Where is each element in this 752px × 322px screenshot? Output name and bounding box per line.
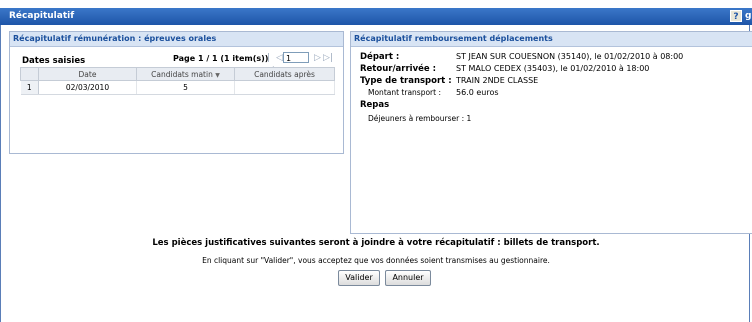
column-header-candidats-matin-label: Candidats matin bbox=[151, 69, 213, 79]
retour-value: ST MALO CEDEX (35403), le 01/02/2010 à 1… bbox=[456, 64, 650, 73]
valider-button[interactable]: Valider bbox=[338, 270, 380, 286]
deplacements-panel-title: Récapitulatif remboursement déplacements bbox=[351, 32, 752, 47]
prev-page-icon[interactable]: ◁ bbox=[276, 52, 283, 64]
column-header-date[interactable]: Date bbox=[38, 67, 137, 81]
table-row[interactable]: 1 02/03/2010 5 bbox=[20, 80, 335, 95]
transport-value: TRAIN 2NDE CLASSE bbox=[456, 76, 539, 85]
validation-notice: En cliquant sur "Valider", vous acceptez… bbox=[202, 256, 550, 265]
column-header-candidats-apres[interactable]: Candidats après bbox=[234, 67, 335, 81]
dates-saisies-title: Dates saisies bbox=[22, 56, 86, 66]
depart-label: Départ : bbox=[360, 52, 400, 62]
transport-label: Type de transport : bbox=[360, 76, 452, 86]
deplacements-panel: Récapitulatif remboursement déplacements… bbox=[350, 31, 752, 234]
cell-date: 02/03/2010 bbox=[38, 80, 137, 95]
dates-table: Date Candidats matin ▼ Candidats après 1… bbox=[20, 67, 335, 95]
top-strip bbox=[0, 0, 752, 8]
dejeuners-label: Déjeuners à rembourser : 1 bbox=[368, 114, 472, 123]
help-icon[interactable]: ? bbox=[730, 10, 742, 22]
page-number-input[interactable]: 1 bbox=[283, 52, 309, 63]
cell-candidats-matin: 5 bbox=[136, 80, 235, 95]
retour-label: Retour/arrivée : bbox=[360, 64, 437, 74]
column-header-candidats-matin[interactable]: Candidats matin ▼ bbox=[136, 67, 235, 81]
sort-down-icon: ▼ bbox=[215, 71, 220, 79]
remuneration-panel-title: Récapitulatif rémunération : épreuves or… bbox=[10, 32, 343, 47]
column-header-rownum bbox=[20, 67, 39, 81]
pager-text: Page 1 / 1 (1 item(s)) bbox=[173, 54, 269, 63]
repas-label: Repas bbox=[360, 100, 390, 110]
montant-value: 56.0 euros bbox=[456, 88, 499, 97]
next-page-icon[interactable]: ▷ bbox=[314, 52, 321, 64]
window-titlebar: Récapitulatif ? g bbox=[0, 8, 752, 25]
table-header-row: Date Candidats matin ▼ Candidats après bbox=[20, 67, 335, 81]
montant-label: Montant transport : bbox=[368, 88, 441, 97]
depart-value: ST JEAN SUR COUESNON (35140), le 01/02/2… bbox=[456, 52, 684, 61]
last-page-icon[interactable]: ▷| bbox=[323, 52, 333, 64]
window-title: Récapitulatif bbox=[9, 11, 75, 21]
cell-candidats-apres bbox=[234, 80, 335, 95]
annuler-button[interactable]: Annuler bbox=[385, 270, 431, 286]
row-number: 1 bbox=[20, 80, 39, 95]
justificatifs-notice: Les pièces justificatives suivantes sero… bbox=[152, 238, 600, 248]
titlebar-extra-text: g bbox=[745, 11, 752, 21]
remuneration-panel: Récapitulatif rémunération : épreuves or… bbox=[9, 31, 344, 154]
